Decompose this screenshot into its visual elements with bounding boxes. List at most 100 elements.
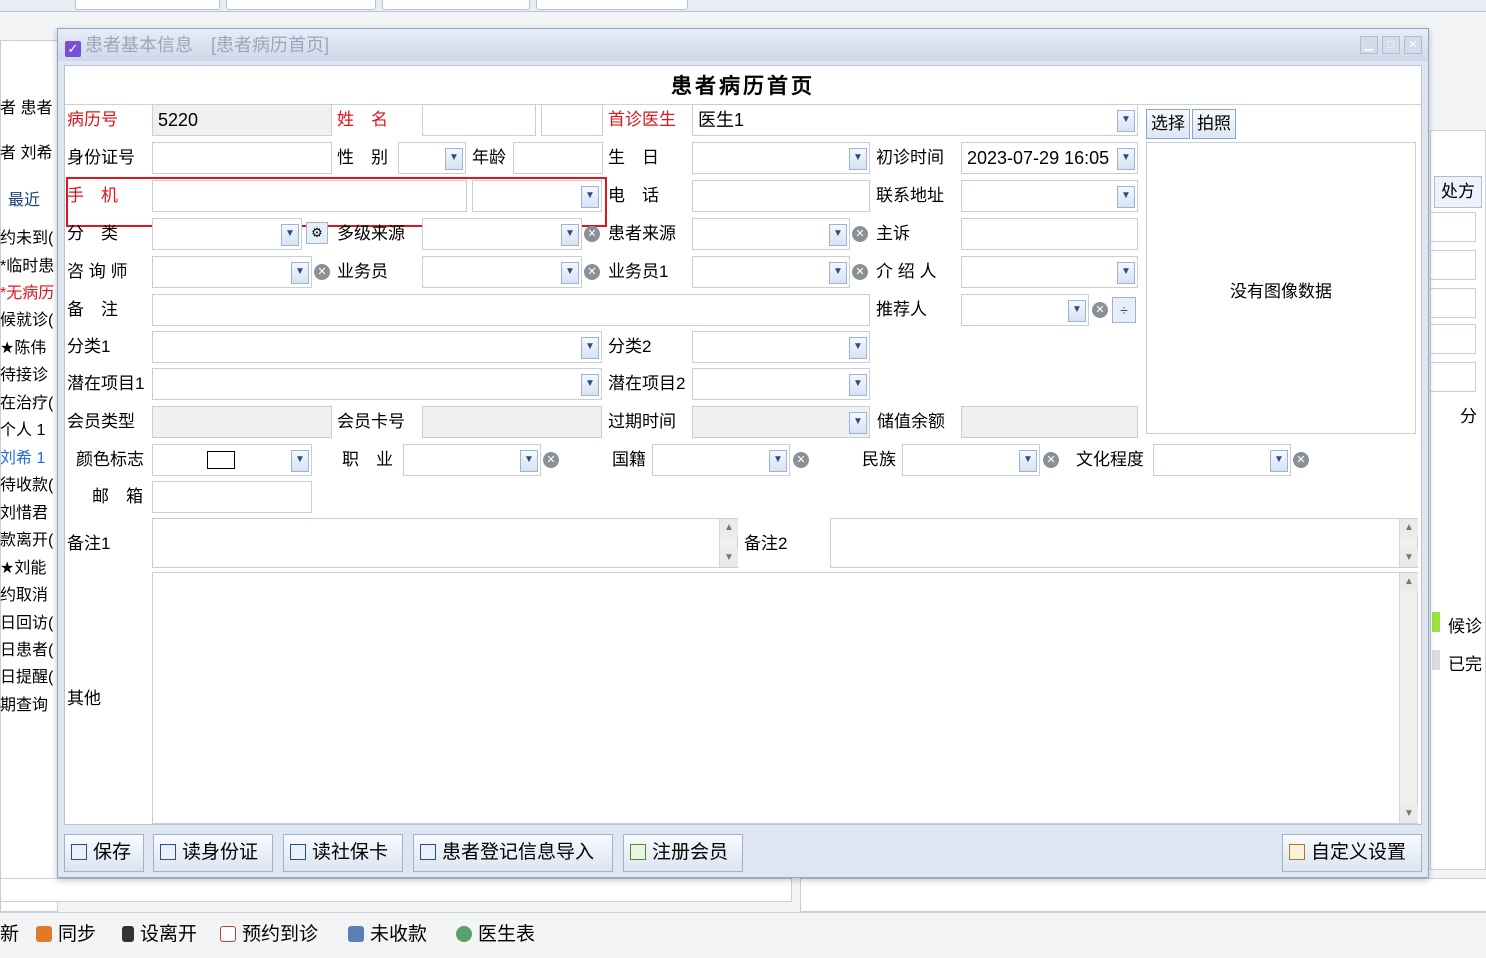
chevron-down-icon[interactable]: ▼ (849, 148, 867, 170)
remark1-textarea[interactable]: ▲ ▼ (152, 518, 738, 568)
scroll-down-icon[interactable]: ▼ (1400, 805, 1418, 823)
scroll-up-icon[interactable]: ▲ (1400, 519, 1418, 537)
chevron-down-icon[interactable]: ▼ (520, 450, 538, 472)
potential2-select[interactable]: ▼ (692, 368, 870, 400)
chevron-down-icon[interactable]: ▼ (445, 148, 463, 170)
left-list-item[interactable]: 者 患者 (0, 96, 58, 122)
chevron-down-icon[interactable]: ▼ (849, 412, 867, 434)
chevron-down-icon[interactable]: ▼ (281, 224, 299, 246)
chevron-down-icon[interactable]: ▼ (1117, 148, 1135, 170)
potential1-select[interactable]: ▼ (152, 368, 602, 400)
left-list-item[interactable]: 日回访( (0, 611, 58, 637)
phone-field[interactable] (692, 180, 870, 212)
chevron-down-icon[interactable]: ▼ (829, 262, 847, 284)
email-field[interactable] (152, 481, 312, 513)
status-item-appointment-arrival[interactable]: 预约到诊 (220, 920, 318, 950)
left-list-item[interactable]: *临时患 (0, 254, 58, 280)
ethnic-select[interactable]: ▼ (902, 444, 1040, 476)
category1-select[interactable]: ▼ (152, 331, 602, 363)
id-card-field[interactable] (152, 142, 332, 174)
status-item-new[interactable]: 新 (0, 920, 19, 950)
left-list-item[interactable]: 待接诊 (0, 363, 58, 389)
clear-icon[interactable]: ✕ (852, 264, 868, 280)
top-tab[interactable] (226, 0, 376, 10)
chevron-down-icon[interactable]: ▼ (769, 450, 787, 472)
left-list-item[interactable]: 日患者( (0, 638, 58, 664)
category-select[interactable]: ▼ (152, 218, 302, 250)
multi-source-select[interactable]: ▼ (422, 218, 582, 250)
top-tab[interactable] (382, 0, 530, 10)
scrollbar[interactable]: ▲ ▼ (1399, 573, 1418, 823)
chevron-down-icon[interactable]: ▼ (291, 450, 309, 472)
chevron-down-icon[interactable]: ▼ (291, 262, 309, 284)
expire-picker[interactable]: ▼ (692, 406, 870, 438)
chevron-down-icon[interactable]: ▼ (1068, 300, 1086, 322)
scrollbar[interactable]: ▲ ▼ (1399, 519, 1418, 567)
chevron-down-icon[interactable]: ▼ (849, 374, 867, 396)
scroll-down-icon[interactable]: ▼ (1400, 549, 1418, 567)
birthday-picker[interactable]: ▼ (692, 142, 870, 174)
left-list-item[interactable]: 日提醒( (0, 665, 58, 691)
status-item-sync[interactable]: 同步 (36, 920, 96, 950)
left-list-item[interactable]: 刘惜君 (0, 501, 58, 527)
address-select[interactable]: ▼ (961, 180, 1138, 212)
top-tab[interactable] (536, 0, 688, 10)
top-tab[interactable] (75, 0, 220, 10)
read-id-card-button[interactable]: 读身份证 (153, 834, 273, 872)
chevron-down-icon[interactable]: ▼ (581, 374, 599, 396)
scrollbar[interactable]: ▲ ▼ (719, 519, 738, 567)
chevron-down-icon[interactable]: ▼ (829, 224, 847, 246)
patient-source-select[interactable]: ▼ (692, 218, 850, 250)
chevron-down-icon[interactable]: ▼ (1117, 262, 1135, 284)
minimize-button[interactable]: ▁ (1360, 36, 1378, 54)
save-button[interactable]: 保存 (64, 834, 144, 872)
left-list-item[interactable]: 者 刘希 (0, 141, 58, 167)
gear-icon[interactable]: ⚙ (306, 222, 328, 244)
other-textarea[interactable]: ▲ ▼ (152, 572, 1418, 824)
status-item-unpaid[interactable]: 未收款 (348, 920, 427, 950)
age-field[interactable] (513, 142, 603, 174)
status-item-doctor-table[interactable]: 医生表 (456, 920, 535, 950)
chevron-down-icon[interactable]: ▼ (1117, 110, 1135, 132)
remark2-textarea[interactable]: ▲ ▼ (830, 518, 1418, 568)
chevron-down-icon[interactable]: ▼ (561, 224, 579, 246)
left-list-item[interactable]: ★陈伟 (0, 336, 58, 362)
left-list-item[interactable]: 在治疗( (0, 391, 58, 417)
gender-select[interactable]: ▼ (398, 142, 466, 174)
close-button[interactable]: ✕ (1404, 36, 1422, 54)
left-list-item[interactable]: 候就诊( (0, 308, 58, 334)
introducer-select[interactable]: ▼ (961, 256, 1138, 288)
clear-icon[interactable]: ✕ (584, 226, 600, 242)
first-visit-picker[interactable]: 2023-07-29 16:05 ▼ (961, 142, 1138, 174)
salesman-select[interactable]: ▼ (422, 256, 582, 288)
chevron-down-icon[interactable]: ▼ (1117, 186, 1135, 208)
left-list-item[interactable]: 约取消 (0, 583, 58, 609)
add-icon[interactable]: ÷ (1112, 297, 1136, 323)
left-list-item[interactable]: 款离开( (0, 528, 58, 554)
import-registration-button[interactable]: 患者登记信息导入 (413, 834, 613, 872)
read-social-card-button[interactable]: 读社保卡 (283, 834, 403, 872)
photo-area[interactable]: 没有图像数据 (1146, 142, 1416, 434)
chevron-down-icon[interactable]: ▼ (561, 262, 579, 284)
photo-button[interactable]: 拍照 (1192, 109, 1236, 139)
left-list-item[interactable]: 约未到( (0, 226, 58, 252)
record-no-field[interactable]: 5220 (152, 104, 332, 136)
referrer-select[interactable]: ▼ (961, 294, 1089, 326)
scroll-up-icon[interactable]: ▲ (720, 519, 738, 537)
left-list-item[interactable]: 待收款( (0, 473, 58, 499)
chevron-down-icon[interactable]: ▼ (849, 337, 867, 359)
clear-icon[interactable]: ✕ (1043, 452, 1059, 468)
left-list-item[interactable]: 个人 1 (0, 418, 58, 444)
nationality-select[interactable]: ▼ (652, 444, 790, 476)
maximize-button[interactable]: □ (1382, 36, 1400, 54)
name-extra-field[interactable] (541, 104, 603, 136)
name-field[interactable] (422, 104, 536, 136)
education-select[interactable]: ▼ (1153, 444, 1291, 476)
custom-settings-button[interactable]: 自定义设置 (1282, 834, 1422, 872)
job-select[interactable]: ▼ (403, 444, 541, 476)
dialog-titlebar[interactable]: ✓ 患者基本信息 [患者病历首页] (58, 29, 1428, 61)
chevron-down-icon[interactable]: ▼ (581, 337, 599, 359)
first-doctor-select[interactable]: 医生1 ▼ (692, 104, 1138, 136)
select-button[interactable]: 选择 (1146, 109, 1190, 139)
left-list-item[interactable]: *无病历 (0, 281, 58, 307)
